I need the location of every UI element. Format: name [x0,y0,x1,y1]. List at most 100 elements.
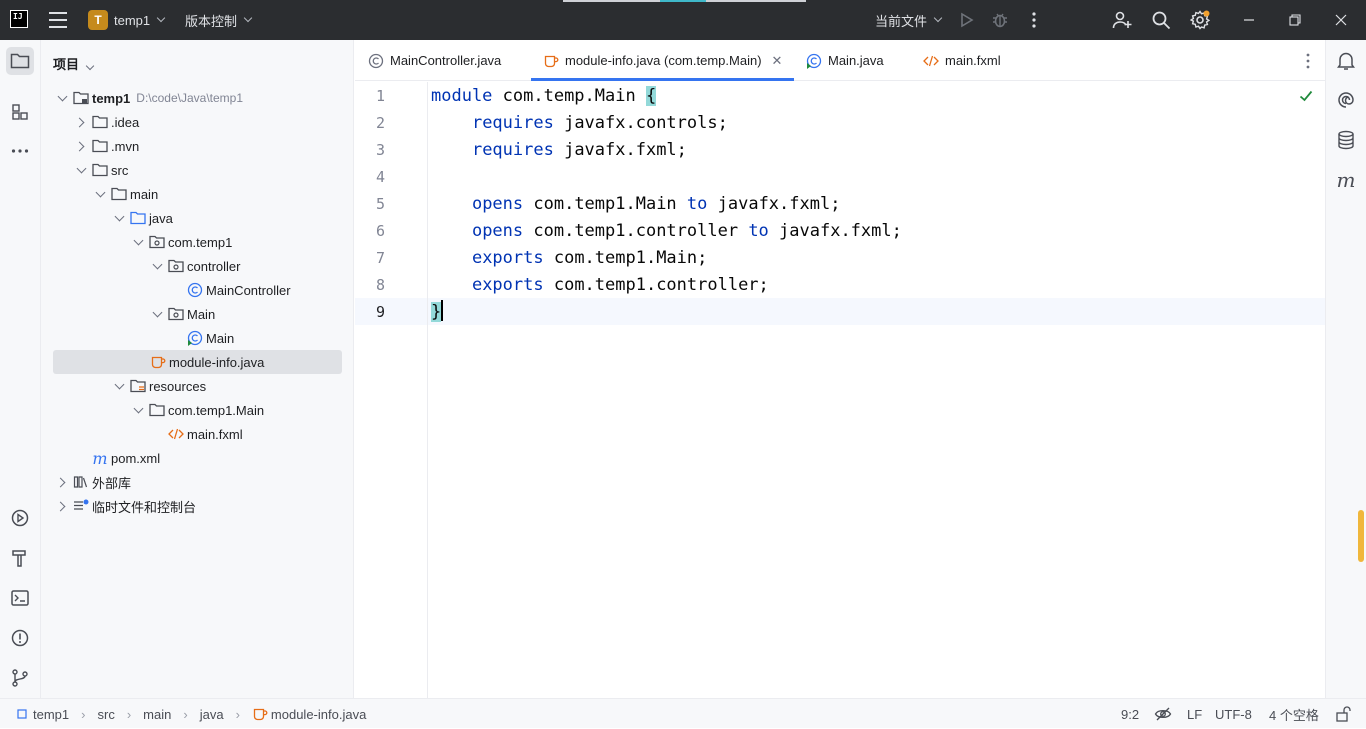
more-vertical-icon[interactable] [1024,10,1044,30]
file-lock-toggle[interactable] [1335,699,1351,729]
tree-item-module-info[interactable]: module-info.java [53,350,342,374]
settings-gear-icon[interactable] [1190,10,1210,30]
services-tool-button[interactable] [6,504,34,532]
close-window-button[interactable] [1318,0,1364,40]
terminal-tool-button[interactable] [6,584,34,612]
folder-icon [92,114,108,130]
tree-item-com-temp1[interactable]: com.temp1 [131,230,232,254]
project-panel: 项目 temp1 D:\code\Java\temp1 .idea .mvn s… [41,40,354,698]
tree-label: module-info.java [169,354,265,370]
git-tool-button[interactable] [6,664,34,692]
ai-assistant-button[interactable] [1332,86,1360,114]
tree-item-main-class[interactable]: Main [169,326,234,350]
run-config-selector[interactable]: 当前文件 [875,0,943,40]
file-encoding[interactable]: UTF-8 [1215,699,1252,729]
tree-item-resources[interactable]: resources [112,374,206,398]
indent-setting[interactable]: 4 个空格 [1269,699,1319,729]
expand-arrow-icon[interactable] [131,403,145,417]
collapse-arrow-icon[interactable] [74,115,88,129]
line-number-gutter[interactable]: 1 2 3 4 5 6 7 8 9 [355,82,428,698]
close-tab-icon[interactable]: ✕ [772,53,783,69]
folder-icon [10,53,30,69]
code-line-6: opens com.temp1.controller to javafx.fxm… [471,221,902,241]
title-bar: IJ T temp1 版本控制 当前文件 [0,0,1366,40]
main-menu-icon[interactable] [49,12,67,28]
breadcrumb-item[interactable]: java [200,707,224,722]
chevron-right-icon: › [235,706,240,722]
readonly-toggle[interactable] [1154,699,1172,729]
more-tools-button[interactable] [6,137,34,165]
collapse-arrow-icon[interactable] [74,139,88,153]
structure-tool-button[interactable] [6,98,34,126]
chevron-down-icon [156,13,166,23]
tab-maincontroller-java[interactable]: MainController.java [368,40,501,81]
tree-label: Main [206,330,235,346]
expand-arrow-icon[interactable] [55,91,69,105]
tree-item-mvn[interactable]: .mvn [74,134,139,158]
warning-scroll-marker[interactable] [1358,510,1364,562]
tree-item-maincontroller[interactable]: MainController [169,278,291,302]
tab-main-fxml[interactable]: main.fxml [923,40,1001,81]
tab-label: MainController.java [390,53,502,68]
tree-item-java[interactable]: java [112,206,173,230]
vcs-menu[interactable]: 版本控制 [185,0,253,40]
tree-root-temp1[interactable]: temp1 D:\code\Java\temp1 [55,86,243,110]
add-user-icon[interactable] [1112,10,1132,30]
search-icon[interactable] [1151,10,1171,30]
tab-main-java[interactable]: Main.java [806,40,884,81]
tree-item-controller[interactable]: controller [150,254,240,278]
tree-item-main-package[interactable]: Main [150,302,215,326]
no-problems-check-icon[interactable] [1299,90,1313,102]
code-editor[interactable]: 1 2 3 4 5 6 7 8 9 module com.temp.Main {… [355,82,1325,698]
tree-label: com.temp1.Main [168,402,265,418]
tree-item-com-temp1-main[interactable]: com.temp1.Main [131,398,264,422]
maven-tool-button[interactable]: m [1332,166,1360,194]
notifications-button[interactable] [1332,47,1360,75]
project-tool-button[interactable] [6,47,34,75]
build-tool-button[interactable] [6,544,34,572]
debug-icon[interactable] [990,10,1010,30]
expand-arrow-icon[interactable] [131,235,145,249]
caret-position[interactable]: 9:2 [1121,699,1139,729]
project-badge[interactable]: T [88,10,108,30]
project-panel-header[interactable]: 项目 [53,54,95,73]
line-ending[interactable]: LF [1187,699,1202,729]
tree-item-main-fxml[interactable]: main.fxml [150,422,243,446]
library-icon [73,474,89,490]
tree-item-pom[interactable]: m pom.xml [74,446,160,470]
tree-item-scratches[interactable]: 临时文件和控制台 [55,494,196,518]
tab-options-icon[interactable] [1305,52,1311,70]
tree-item-main[interactable]: main [93,182,158,206]
intellij-logo-icon[interactable]: IJ [10,10,28,28]
restore-button[interactable] [1272,0,1318,40]
line-number: 3 [375,141,385,159]
expand-arrow-icon[interactable] [150,259,164,273]
breadcrumb-item[interactable]: main [143,707,171,722]
problems-tool-button[interactable] [6,624,34,652]
java-module-icon [150,354,166,370]
run-icon[interactable] [956,10,976,30]
tree-label: .mvn [111,138,140,154]
breadcrumb-item[interactable]: temp1 [33,707,69,722]
collapse-arrow-icon[interactable] [55,499,69,513]
line-number: 2 [375,114,385,132]
tree-label: controller [187,258,241,274]
tab-module-info-java[interactable]: module-info.java (com.temp.Main) ✕ [531,40,794,81]
expand-arrow-icon[interactable] [112,379,126,393]
breadcrumb-item[interactable]: module-info.java [271,707,366,722]
tree-item-external-libraries[interactable]: 外部库 [55,470,131,494]
breadcrumb-item[interactable]: src [97,707,114,722]
database-button[interactable] [1332,126,1360,154]
maven-icon: m [1336,168,1356,192]
project-switcher[interactable]: temp1 [114,0,166,40]
tree-item-src[interactable]: src [74,158,128,182]
expand-arrow-icon[interactable] [112,211,126,225]
collapse-arrow-icon[interactable] [55,475,69,489]
matched-brace: } [431,302,442,322]
expand-arrow-icon[interactable] [93,187,107,201]
run-config-label: 当前文件 [875,13,928,29]
tree-item-idea[interactable]: .idea [74,110,139,134]
minimize-button[interactable] [1226,0,1272,40]
expand-arrow-icon[interactable] [150,307,164,321]
expand-arrow-icon[interactable] [74,163,88,177]
